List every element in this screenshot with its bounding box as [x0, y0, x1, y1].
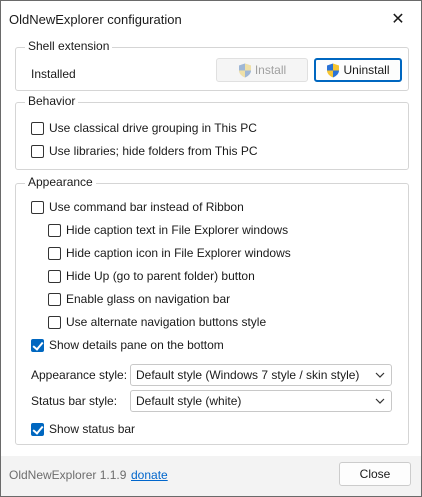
- install-button-label: Install: [254, 63, 287, 77]
- install-status-text: Installed: [31, 67, 76, 81]
- checkbox-use-libraries[interactable]: Use libraries; hide folders from This PC: [31, 142, 258, 160]
- checkbox-hide-up-button[interactable]: Hide Up (go to parent folder) button: [48, 267, 255, 285]
- status-bar-style-select[interactable]: Default style (white): [130, 390, 392, 412]
- status-bar-style-label: Status bar style:: [31, 394, 118, 408]
- shell-extension-group-title: Shell extension: [25, 39, 113, 53]
- title-bar[interactable]: OldNewExplorer configuration ✕: [1, 1, 421, 37]
- checkbox-box[interactable]: [31, 121, 44, 135]
- dialog-footer: OldNewExplorer 1.1.9 donate Close: [1, 456, 421, 496]
- appearance-group-title: Appearance: [25, 175, 96, 189]
- checkbox-enable-glass[interactable]: Enable glass on navigation bar: [48, 290, 230, 308]
- checkbox-classical-drive-grouping[interactable]: Use classical drive grouping in This PC: [31, 119, 257, 137]
- checkbox-alternate-nav-buttons[interactable]: Use alternate navigation buttons style: [48, 313, 266, 331]
- chevron-down-icon: [375, 398, 385, 404]
- uninstall-button[interactable]: Uninstall: [314, 58, 402, 82]
- checkbox-label: Enable glass on navigation bar: [66, 292, 231, 306]
- uninstall-button-label: Uninstall: [343, 63, 390, 77]
- checkbox-box[interactable]: [31, 200, 44, 214]
- checkmark-icon[interactable]: [31, 422, 44, 436]
- chevron-down-icon: [375, 372, 385, 378]
- checkbox-box[interactable]: [48, 223, 61, 237]
- checkbox-label: Hide caption text in File Explorer windo…: [66, 223, 289, 237]
- status-bar-style-value: Default style (white): [136, 394, 242, 408]
- checkbox-label: Show status bar: [49, 422, 136, 436]
- checkbox-box[interactable]: [31, 144, 44, 158]
- close-button-label: Close: [359, 467, 391, 481]
- checkbox-label: Hide Up (go to parent folder) button: [66, 269, 255, 283]
- version-text: OldNewExplorer 1.1.9: [9, 468, 127, 482]
- checkbox-box[interactable]: [48, 269, 61, 283]
- checkbox-show-status-bar[interactable]: Show status bar: [31, 420, 135, 438]
- checkbox-box[interactable]: [48, 292, 61, 306]
- uac-shield-icon: [327, 63, 340, 77]
- checkmark-icon[interactable]: [31, 338, 44, 352]
- checkbox-label: Show details pane on the bottom: [49, 338, 224, 352]
- shell-extension-group: Shell extension Installed Install Uninst…: [15, 39, 409, 91]
- checkbox-box[interactable]: [48, 246, 61, 260]
- checkbox-hide-caption-text[interactable]: Hide caption text in File Explorer windo…: [48, 221, 288, 239]
- install-button[interactable]: Install: [216, 58, 308, 82]
- checkbox-label: Use alternate navigation buttons style: [66, 315, 267, 329]
- checkbox-hide-caption-icon[interactable]: Hide caption icon in File Explorer windo…: [48, 244, 291, 262]
- appearance-group: Appearance Use command bar instead of Ri…: [15, 175, 409, 445]
- close-button[interactable]: Close: [339, 462, 411, 486]
- checkbox-box[interactable]: [48, 315, 61, 329]
- uac-shield-icon: [238, 63, 251, 77]
- donate-link[interactable]: donate: [131, 468, 168, 482]
- checkbox-label: Use classical drive grouping in This PC: [49, 121, 257, 135]
- dialog-content: Shell extension Installed Install Uninst…: [1, 37, 421, 456]
- appearance-style-label: Appearance style:: [31, 368, 128, 382]
- behavior-group-title: Behavior: [25, 94, 79, 108]
- appearance-style-select[interactable]: Default style (Windows 7 style / skin st…: [130, 364, 392, 386]
- checkbox-label: Use command bar instead of Ribbon: [49, 200, 244, 214]
- checkbox-use-command-bar[interactable]: Use command bar instead of Ribbon: [31, 198, 244, 216]
- behavior-group: Behavior Use classical drive grouping in…: [15, 94, 409, 170]
- appearance-style-value: Default style (Windows 7 style / skin st…: [136, 368, 360, 382]
- checkbox-label: Use libraries; hide folders from This PC: [49, 144, 258, 158]
- window-title: OldNewExplorer configuration: [9, 12, 182, 27]
- close-icon[interactable]: ✕: [375, 1, 421, 37]
- checkbox-show-details-pane[interactable]: Show details pane on the bottom: [31, 336, 224, 354]
- checkbox-label: Hide caption icon in File Explorer windo…: [66, 246, 291, 260]
- dialog-window: OldNewExplorer configuration ✕ Shell ext…: [0, 0, 422, 497]
